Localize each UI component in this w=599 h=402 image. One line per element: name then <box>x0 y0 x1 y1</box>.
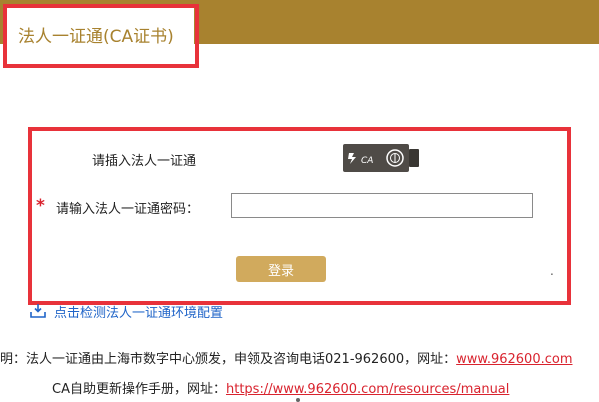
page-indicator-dot <box>296 398 300 402</box>
password-input[interactable] <box>231 193 533 218</box>
usb-key-icon: CA <box>343 144 419 172</box>
manual-note-text: CA自助更新操作手册，网址： <box>52 382 226 397</box>
manual-link[interactable]: https://www.962600.com/resources/manual <box>226 382 509 397</box>
env-check-row[interactable]: 点击检测法人一证通环境配置 <box>30 302 260 318</box>
tab-ca-certificate[interactable]: 法人一证通(CA证书) <box>6 6 194 64</box>
footer-note-text: 明：法人一证通由上海市数字中心颁发，申领及咨询电话021-962600，网址： <box>0 352 457 367</box>
footer-note: 明：法人一证通由上海市数字中心颁发，申领及咨询电话021-962600，网址：w… <box>0 348 573 367</box>
website-link[interactable]: www.962600.com <box>456 352 572 367</box>
download-icon <box>30 304 46 318</box>
svg-text:CA: CA <box>361 156 373 166</box>
trailing-dot: . <box>550 264 554 278</box>
env-check-link[interactable]: 点击检测法人一证通环境配置 <box>54 302 223 318</box>
password-label: 请输入法人一证通密码： <box>56 202 200 217</box>
insert-usb-key-label: 请插入法人一证通 <box>92 154 197 169</box>
tab-label: 法人一证通(CA证书) <box>18 27 174 47</box>
manual-note: CA自助更新操作手册，网址：https://www.962600.com/res… <box>52 378 509 397</box>
required-marker: * <box>36 196 45 216</box>
login-button[interactable]: 登录 <box>236 256 326 282</box>
